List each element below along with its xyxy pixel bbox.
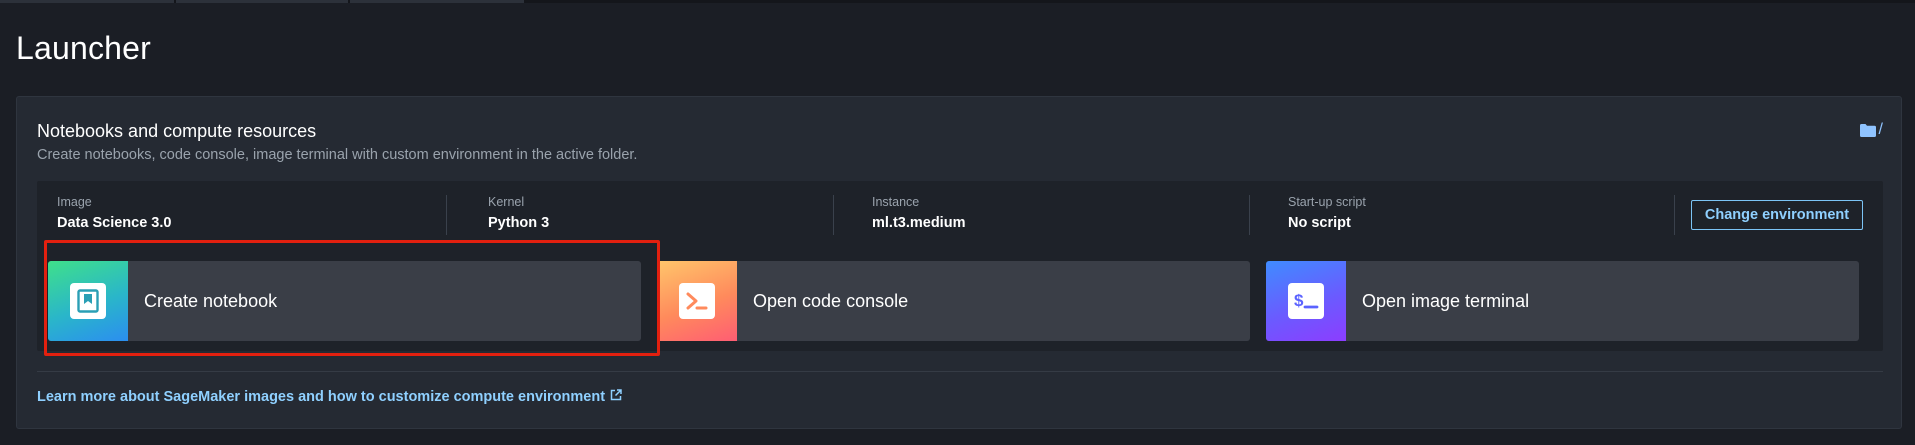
- open-code-console-card[interactable]: Open code console: [657, 261, 1250, 341]
- env-value: Python 3: [488, 215, 550, 231]
- env-label: Kernel: [488, 195, 525, 209]
- env-value: ml.t3.medium: [872, 215, 966, 231]
- create-notebook-card[interactable]: Create notebook: [48, 261, 641, 341]
- section-title: Notebooks and compute resources: [37, 121, 317, 141]
- env-field-instance: Instance ml.t3.medium: [872, 195, 965, 231]
- folder-path-text: /: [1878, 121, 1883, 138]
- folder-icon: [1859, 123, 1876, 137]
- env-field-kernel: Kernel Python 3: [488, 195, 549, 231]
- notebooks-panel: Notebooks and compute resources Create n…: [16, 96, 1902, 429]
- env-label: Instance: [872, 195, 920, 209]
- env-divider: [1674, 195, 1675, 235]
- code-console-icon-block: [657, 261, 737, 341]
- env-value: Data Science 3.0: [57, 215, 172, 231]
- learn-more-text: Learn more about SageMaker images and ho…: [37, 389, 606, 405]
- top-tab-strip: [0, 0, 1915, 3]
- svg-text:$: $: [1294, 291, 1304, 310]
- environment-box: Image Data Science 3.0 Kernel Python 3 I…: [37, 181, 1883, 351]
- active-folder-path[interactable]: /: [1859, 121, 1883, 139]
- env-field-startup-script: Start-up script No script: [1288, 195, 1366, 231]
- env-label: Start-up script: [1288, 195, 1366, 209]
- open-code-console-label: Open code console: [753, 290, 909, 311]
- open-image-terminal-label: Open image terminal: [1362, 290, 1530, 311]
- section-subtitle: Create notebooks, code console, image te…: [37, 147, 638, 163]
- terminal-icon: $: [1288, 283, 1324, 319]
- create-notebook-label: Create notebook: [144, 290, 278, 311]
- panel-divider: [37, 371, 1883, 372]
- page-title: Launcher: [16, 30, 152, 66]
- env-value: No script: [1288, 215, 1351, 231]
- tab-strip-segment: [0, 0, 174, 3]
- env-divider: [1249, 195, 1250, 235]
- code-console-icon: [679, 283, 715, 319]
- change-environment-button[interactable]: Change environment: [1691, 200, 1863, 230]
- learn-more-link[interactable]: Learn more about SageMaker images and ho…: [37, 389, 622, 405]
- external-link-icon: [610, 389, 622, 405]
- env-field-image: Image Data Science 3.0: [57, 195, 171, 231]
- env-divider: [833, 195, 834, 235]
- env-label: Image: [57, 195, 92, 209]
- notebook-icon: [70, 283, 106, 319]
- tab-strip-segment: [176, 0, 348, 3]
- tab-strip-segment: [350, 0, 524, 3]
- open-image-terminal-card[interactable]: $ Open image terminal: [1266, 261, 1859, 341]
- env-divider: [446, 195, 447, 235]
- create-notebook-icon-block: [48, 261, 128, 341]
- image-terminal-icon-block: $: [1266, 261, 1346, 341]
